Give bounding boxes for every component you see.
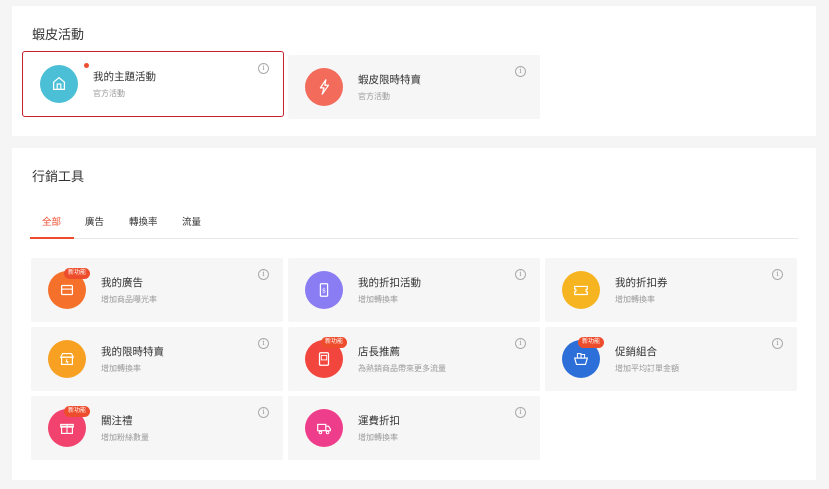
card-desc: 官方活動	[93, 89, 125, 98]
card-desc: 官方活動	[358, 92, 390, 101]
card-title: 店長推薦	[358, 346, 400, 358]
info-icon[interactable]: i	[258, 269, 269, 280]
new-feature-badge: 新功能	[64, 268, 91, 279]
card-my-theme-activity[interactable]: 我的主題活動 官方活動 i	[22, 51, 284, 117]
info-icon[interactable]: i	[515, 269, 526, 280]
info-icon[interactable]: i	[772, 269, 783, 280]
card-title: 我的廣告	[101, 277, 143, 289]
storefront-icon	[40, 65, 78, 103]
card-desc: 增加轉換率	[358, 295, 398, 304]
svg-text:$: $	[322, 288, 326, 295]
card-title: 蝦皮限時特賣	[358, 74, 421, 86]
card-title: 運費折扣	[358, 415, 400, 427]
card-my-ads[interactable]: 新功能 我的廣告 增加商品曝光率 i	[31, 258, 283, 322]
info-icon[interactable]: i	[772, 338, 783, 349]
card-desc: 增加轉換率	[615, 295, 655, 304]
section-title: 蝦皮活動	[32, 27, 85, 42]
discount-icon: $	[305, 271, 343, 309]
card-my-vouchers[interactable]: 我的折扣券 增加轉換率 i	[545, 258, 797, 322]
tab-traffic[interactable]: 流量	[182, 214, 201, 228]
card-flash-sale[interactable]: 蝦皮限時特賣 官方活動 i	[288, 55, 540, 119]
tab-conversion[interactable]: 轉換率	[129, 214, 158, 228]
card-my-discounts[interactable]: $ 我的折扣活動 增加轉換率 i	[288, 258, 540, 322]
card-follow-prize[interactable]: 新功能 關注禮 增加粉絲數量 i	[31, 396, 283, 460]
shipping-icon	[305, 409, 343, 447]
section-title: 行銷工具	[32, 169, 85, 184]
card-title: 我的折扣券	[615, 277, 668, 289]
info-icon[interactable]: i	[515, 407, 526, 418]
card-title: 促銷組合	[615, 346, 657, 358]
card-title: 我的限時特賣	[101, 346, 164, 358]
voucher-icon	[562, 271, 600, 309]
card-shipping-discount[interactable]: 運費折扣 增加轉換率 i	[288, 396, 540, 460]
card-bundle-deal[interactable]: 新功能 促銷組合 增加平均訂單金額 i	[545, 327, 797, 391]
card-my-shop-flash-sale[interactable]: 我的限時特賣 增加轉換率 i	[31, 327, 283, 391]
card-desc: 增加平均訂單金額	[615, 364, 679, 373]
info-icon[interactable]: i	[258, 407, 269, 418]
card-desc: 為熱銷商品帶來更多流量	[358, 364, 446, 373]
shopee-activities-panel: 蝦皮活動 我的主題活動 官方活動 i 蝦皮限時特賣 官方活動 i	[12, 6, 816, 136]
info-icon[interactable]: i	[258, 63, 269, 74]
card-top-picks[interactable]: 新功能 店長推薦 為熱銷商品帶來更多流量 i	[288, 327, 540, 391]
new-feature-badge: 新功能	[64, 406, 91, 417]
info-icon[interactable]: i	[515, 338, 526, 349]
info-icon[interactable]: i	[515, 66, 526, 77]
card-title: 關注禮	[101, 415, 133, 427]
card-desc: 增加商品曝光率	[101, 295, 157, 304]
info-icon[interactable]: i	[258, 338, 269, 349]
notification-dot	[84, 63, 89, 68]
active-tab-underline	[30, 237, 74, 239]
card-desc: 增加粉絲數量	[101, 433, 149, 442]
card-title: 我的主題活動	[93, 71, 156, 83]
card-desc: 增加轉換率	[101, 364, 141, 373]
tab-all[interactable]: 全部	[42, 214, 61, 228]
new-feature-badge: 新功能	[578, 337, 605, 348]
card-title: 我的折扣活動	[358, 277, 421, 289]
shop-sale-icon	[48, 340, 86, 378]
new-feature-badge: 新功能	[321, 337, 348, 348]
flash-sale-icon	[305, 68, 343, 106]
tabs-bar: 全部 廣告 轉換率 流量	[30, 208, 798, 239]
card-desc: 增加轉換率	[358, 433, 398, 442]
tab-ads[interactable]: 廣告	[85, 214, 104, 228]
marketing-tools-panel: 行銷工具 全部 廣告 轉換率 流量 新功能 我的廣告 增加商品曝光率 i $ 我…	[12, 148, 816, 480]
